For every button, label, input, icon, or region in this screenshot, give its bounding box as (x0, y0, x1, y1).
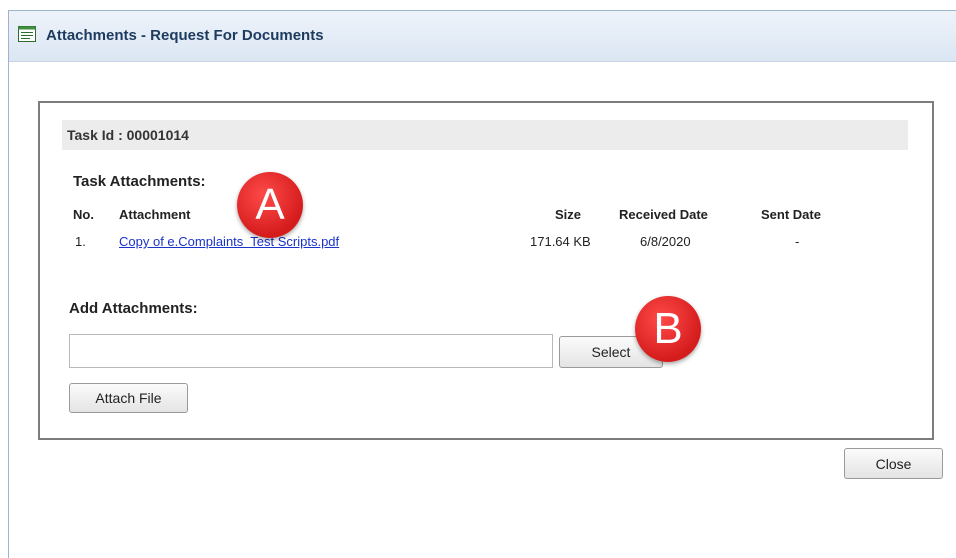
task-id-header: Task Id : 00001014 (62, 120, 908, 150)
column-header-attachment: Attachment (119, 207, 191, 222)
annotation-marker-b: B (635, 296, 701, 362)
title-bar: Attachments - Request For Documents (9, 11, 956, 62)
attachment-received-date: 6/8/2020 (640, 234, 691, 249)
attach-file-button[interactable]: Attach File (69, 383, 188, 413)
row-number: 1. (75, 234, 86, 249)
form-icon (18, 26, 36, 42)
attachments-panel: Task Id : 00001014 Task Attachments: No.… (38, 101, 934, 440)
task-id-label: Task Id : 00001014 (67, 127, 189, 143)
attachment-link[interactable]: Copy of e.Complaints Test Scripts.pdf (119, 234, 339, 249)
column-header-sent-date: Sent Date (761, 207, 821, 222)
attach-file-button-label: Attach File (95, 390, 162, 406)
column-header-received-date: Received Date (619, 207, 708, 222)
attachment-size: 171.64 KB (530, 234, 591, 249)
column-header-no: No. (73, 207, 94, 222)
select-button-label: Select (591, 344, 631, 360)
annotation-b-label: B (653, 304, 683, 353)
column-header-size: Size (555, 207, 582, 222)
add-attachments-label: Add Attachments: (69, 300, 198, 317)
file-path-input[interactable] (69, 334, 553, 368)
close-button[interactable]: Close (844, 448, 943, 479)
attachment-sent-date: - (795, 234, 800, 249)
task-attachments-label: Task Attachments: (73, 173, 206, 190)
dialog-title: Attachments - Request For Documents (46, 27, 324, 44)
annotation-marker-a: A (237, 172, 303, 238)
annotation-a-label: A (255, 180, 285, 229)
attachments-dialog: Attachments - Request For Documents Task… (8, 10, 956, 558)
close-button-label: Close (875, 455, 912, 472)
